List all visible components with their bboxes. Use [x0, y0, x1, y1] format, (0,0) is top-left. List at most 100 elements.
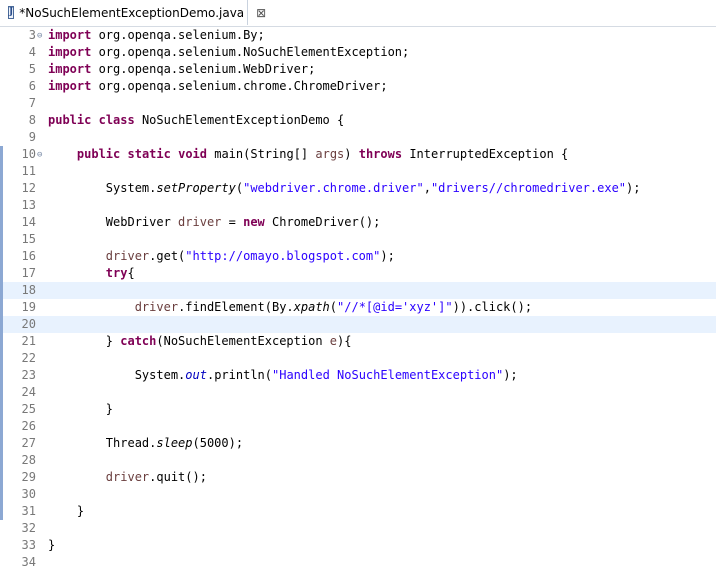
code-line[interactable]: 21 } catch(NoSuchElementException e){	[0, 333, 716, 350]
code-text: }	[48, 537, 55, 554]
line-number: 17	[21, 266, 36, 280]
code-token: {	[127, 266, 135, 280]
code-token: org.openqa.selenium.NoSuchElementExcepti…	[91, 45, 410, 59]
code-token: (NoSuchElementException	[156, 334, 330, 348]
code-token: .println(	[206, 368, 272, 382]
code-text: public class NoSuchElementExceptionDemo …	[48, 112, 344, 129]
code-line[interactable]: 18	[0, 282, 716, 299]
code-token: (	[329, 300, 338, 314]
code-token: sleep	[156, 436, 193, 450]
code-token: System.	[48, 368, 186, 382]
code-line[interactable]: 20	[0, 316, 716, 333]
code-token: driver	[105, 249, 150, 263]
code-line[interactable]: 32	[0, 520, 716, 537]
line-number: 22	[21, 351, 36, 365]
code-line[interactable]: 33}	[0, 537, 716, 554]
code-line[interactable]: 16 driver.get("http://omayo.blogspot.com…	[0, 248, 716, 265]
code-line[interactable]: 30	[0, 486, 716, 503]
code-token: Thread.	[48, 436, 157, 450]
code-token: "drivers//chromedriver.exe"	[430, 181, 627, 195]
code-line[interactable]: 26	[0, 418, 716, 435]
code-line[interactable]: 3 ⊖ import org.openqa.selenium.By;	[0, 27, 716, 44]
line-number: 31	[21, 504, 36, 518]
code-token: ,	[423, 181, 431, 195]
code-token: (5000);	[192, 436, 244, 450]
code-line[interactable]: 31 }	[0, 503, 716, 520]
code-token: );	[503, 368, 518, 382]
line-number: 19	[21, 300, 36, 314]
collapse-fold-icon[interactable]: ⊖	[37, 147, 42, 164]
code-token: );	[380, 249, 395, 263]
code-line[interactable]: 34	[0, 554, 716, 571]
code-token: try	[105, 266, 128, 280]
line-number: 12	[21, 181, 36, 195]
code-line[interactable]: 6 import org.openqa.selenium.chrome.Chrom…	[0, 78, 716, 95]
code-line[interactable]: 28	[0, 452, 716, 469]
line-number: 9	[28, 130, 36, 144]
code-token: }	[48, 504, 85, 518]
code-token: org.openqa.selenium.By;	[91, 28, 265, 42]
code-token: public	[76, 147, 121, 161]
line-number: 34	[21, 555, 36, 569]
code-token: import	[48, 62, 92, 76]
close-icon[interactable]: ⊠	[256, 7, 266, 19]
code-line[interactable]: 23 System.out.println("Handled NoSuchEle…	[0, 367, 716, 384]
code-line[interactable]: 8 public class NoSuchElementExceptionDemo…	[0, 112, 716, 129]
code-token: .quit();	[149, 470, 207, 484]
code-text: }	[48, 401, 113, 418]
code-token: )	[344, 147, 359, 161]
code-line[interactable]: 4 import org.openqa.selenium.NoSuchElemen…	[0, 44, 716, 61]
code-editor[interactable]: 3 ⊖ import org.openqa.selenium.By; 4 import …	[0, 27, 716, 573]
code-line[interactable]: 12 System.setProperty("webdriver.chrome.…	[0, 180, 716, 197]
code-token: driver	[134, 300, 179, 314]
code-token: driver	[178, 215, 222, 229]
code-line[interactable]: 25 }	[0, 401, 716, 418]
code-line[interactable]: 22	[0, 350, 716, 367]
code-token: )).click();	[452, 300, 533, 314]
code-token: "//*[@id='xyz']"	[337, 300, 453, 314]
code-line[interactable]: 15	[0, 231, 716, 248]
code-line[interactable]: 27 Thread.sleep(5000);	[0, 435, 716, 452]
code-line[interactable]: 24	[0, 384, 716, 401]
code-line[interactable]: 7	[0, 95, 716, 112]
code-token: ChromeDriver();	[264, 215, 381, 229]
code-token: driver	[105, 470, 150, 484]
line-number: 14	[21, 215, 36, 229]
code-line[interactable]: 14 WebDriver driver = new ChromeDriver()…	[0, 214, 716, 231]
code-line[interactable]: 11	[0, 163, 716, 180]
code-token: import	[48, 45, 92, 59]
line-number: 5	[28, 62, 36, 76]
code-line[interactable]: 9	[0, 129, 716, 146]
code-token: System.	[48, 181, 157, 195]
code-token: public	[48, 113, 92, 127]
code-token: InterruptedException {	[402, 147, 569, 161]
code-text: System.setProperty("webdriver.chrome.dri…	[48, 180, 641, 197]
line-number: 29	[21, 470, 36, 484]
code-line[interactable]: 29 driver.quit();	[0, 469, 716, 486]
editor-tab-bar: J *NoSuchElementExceptionDemo.java ⊠	[0, 0, 716, 27]
editor-tab[interactable]: J *NoSuchElementExceptionDemo.java ⊠	[0, 0, 266, 25]
code-text: import org.openqa.selenium.By;	[48, 27, 265, 44]
line-number: 21	[21, 334, 36, 348]
code-text: driver.quit();	[48, 469, 207, 486]
code-line[interactable]: 13	[0, 197, 716, 214]
code-text: import org.openqa.selenium.WebDriver;	[48, 61, 315, 78]
line-number: 25	[21, 402, 36, 416]
code-line[interactable]: 10 ⊖ public static void main(String[] arg…	[0, 146, 716, 163]
line-number: 26	[21, 419, 36, 433]
code-line[interactable]: 5 import org.openqa.selenium.WebDriver;	[0, 61, 716, 78]
collapse-fold-icon[interactable]: ⊖	[37, 28, 42, 45]
line-number: 6	[28, 79, 36, 93]
code-line[interactable]: 17 try{	[0, 265, 716, 282]
line-number: 7	[28, 96, 36, 110]
code-text: public static void main(String[] args) t…	[48, 146, 568, 163]
code-token: new	[243, 215, 265, 229]
code-token: NoSuchElementExceptionDemo {	[134, 113, 345, 127]
code-token: =	[221, 215, 244, 229]
line-number: 15	[21, 232, 36, 246]
code-token: }	[48, 402, 114, 416]
code-line[interactable]: 19 driver.findElement(By.xpath("//*[@id=…	[0, 299, 716, 316]
